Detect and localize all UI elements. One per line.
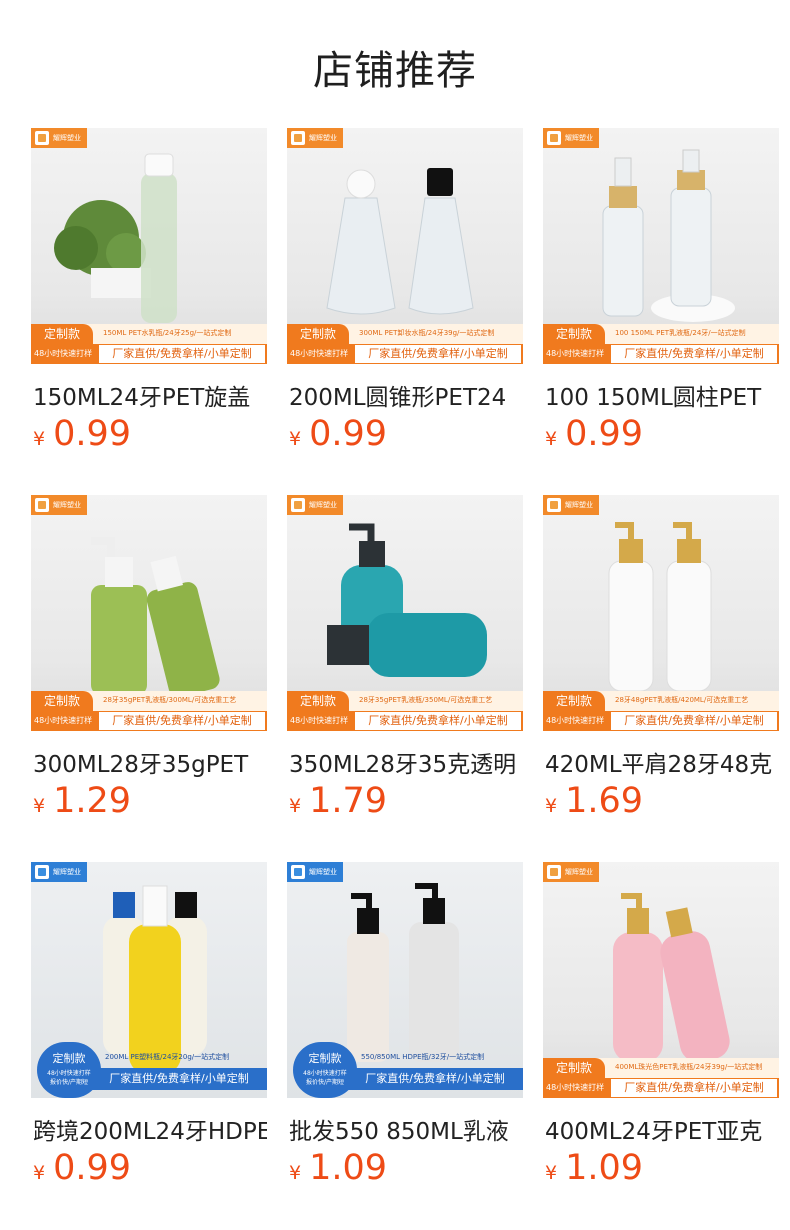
product-price: ¥0.99 <box>33 414 132 454</box>
custom-tag: 定制款 <box>31 324 93 344</box>
brand-logo-icon <box>547 498 561 512</box>
brand-logo-icon <box>291 131 305 145</box>
product-image[interactable]: 耀辉塑业 定制款 48小时快速打样 报价快/产期短 550/850ML HDPE… <box>287 862 523 1098</box>
product-image[interactable]: 耀辉塑业 定制款 28牙35gPET乳液瓶/300ML/可选克重工艺 48小时快… <box>31 495 267 731</box>
slogan-text: 厂家直供/免费拿样/小单定制 <box>99 345 265 363</box>
promo-banner: 定制款 28牙35gPET乳液瓶/300ML/可选克重工艺 48小时快速打样 厂… <box>31 691 267 731</box>
product-price: ¥1.29 <box>33 781 132 821</box>
product-name[interactable]: 100 150ML圆柱PET <box>545 378 779 412</box>
brand-tag: 耀辉塑业 <box>543 495 599 515</box>
brand-logo-icon <box>547 865 561 879</box>
product-name[interactable]: 200ML圆锥形PET24 <box>289 378 523 412</box>
product-name[interactable]: 批发550 850ML乳液 <box>289 1112 523 1146</box>
product-image[interactable]: 耀辉塑业 定制款 48小时快速打样 报价快/产期短 200ML PE塑料瓶/24… <box>31 862 267 1098</box>
product-price: ¥0.99 <box>289 414 388 454</box>
brand-tag: 耀辉塑业 <box>287 495 343 515</box>
product-name[interactable]: 150ML24牙PET旋盖 <box>33 378 267 412</box>
brand-logo-icon <box>35 865 49 879</box>
product-price: ¥1.09 <box>545 1148 644 1188</box>
brand-tag: 耀辉塑业 <box>31 128 87 148</box>
product-image[interactable]: 耀辉塑业 定制款 400ML珠光色PET乳液瓶/24牙39g/一站式定制 48小… <box>543 862 779 1098</box>
product-price: ¥1.79 <box>289 781 388 821</box>
brand-tag: 耀辉塑业 <box>31 862 87 882</box>
brand-tag: 耀辉塑业 <box>31 495 87 515</box>
brand-logo-icon <box>35 498 49 512</box>
brand-tag: 耀辉塑业 <box>287 862 343 882</box>
brand-logo-icon <box>547 131 561 145</box>
promo-banner: 定制款 100 150ML PET乳液瓶/24牙/一站式定制 48小时快速打样 … <box>543 324 779 364</box>
brand-tag: 耀辉塑业 <box>543 128 599 148</box>
product-price: ¥1.09 <box>289 1148 388 1188</box>
product-name[interactable]: 400ML24牙PET亚克 <box>545 1112 779 1146</box>
promo-banner: 定制款 28牙35gPET乳液瓶/350ML/可选克重工艺 48小时快速打样 厂… <box>287 691 523 731</box>
page-title: 店铺推荐 <box>313 48 477 94</box>
promo-banner: 定制款 28牙48gPET乳液瓶/420ML/可选克重工艺 48小时快速打样 厂… <box>543 691 779 731</box>
promo-banner: 定制款 48小时快速打样 报价快/产期短 200ML PE塑料瓶/24牙20g/… <box>31 1042 267 1098</box>
brand-logo-icon <box>35 131 49 145</box>
product-name[interactable]: 跨境200ML24牙HDPE <box>33 1112 267 1146</box>
product-image[interactable]: 耀辉塑业 定制款 150ML PET水乳瓶/24牙25g/一站式定制 48小时快… <box>31 128 267 364</box>
promo-banner: 定制款 150ML PET水乳瓶/24牙25g/一站式定制 48小时快速打样 厂… <box>31 324 267 364</box>
product-price: ¥0.99 <box>545 414 644 454</box>
product-name[interactable]: 300ML28牙35gPET <box>33 745 267 779</box>
promo-banner: 定制款 48小时快速打样 报价快/产期短 550/850ML HDPE瓶/32牙… <box>287 1042 523 1098</box>
product-name[interactable]: 350ML28牙35克透明 <box>289 745 523 779</box>
brand-logo-icon <box>291 865 305 879</box>
brand-tag: 耀辉塑业 <box>287 128 343 148</box>
product-price: ¥0.99 <box>33 1148 132 1188</box>
product-image[interactable]: 耀辉塑业 定制款 28牙35gPET乳液瓶/350ML/可选克重工艺 48小时快… <box>287 495 523 731</box>
brand-tag: 耀辉塑业 <box>543 862 599 882</box>
promo-banner: 定制款 300ML PET卸妆水瓶/24牙39g/一站式定制 48小时快速打样 … <box>287 324 523 364</box>
promo-banner: 定制款 400ML珠光色PET乳液瓶/24牙39g/一站式定制 48小时快速打样… <box>543 1058 779 1098</box>
product-image[interactable]: 耀辉塑业 定制款 28牙48gPET乳液瓶/420ML/可选克重工艺 48小时快… <box>543 495 779 731</box>
brand-logo-icon <box>291 498 305 512</box>
product-name[interactable]: 420ML平肩28牙48克 <box>545 745 779 779</box>
fast-sample-text: 48小时快速打样 <box>34 349 93 358</box>
product-price: ¥1.69 <box>545 781 644 821</box>
spec-text: 150ML PET水乳瓶/24牙25g/一站式定制 <box>103 329 232 337</box>
brand-name: 耀辉塑业 <box>53 134 81 142</box>
product-image[interactable]: 耀辉塑业 定制款 100 150ML PET乳液瓶/24牙/一站式定制 48小时… <box>543 128 779 364</box>
product-image[interactable]: 耀辉塑业 定制款 300ML PET卸妆水瓶/24牙39g/一站式定制 48小时… <box>287 128 523 364</box>
